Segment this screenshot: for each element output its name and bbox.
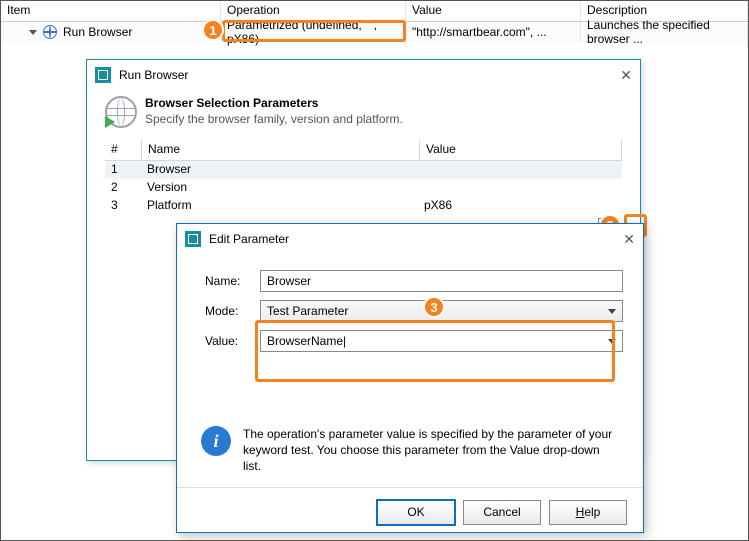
app-icon (185, 231, 201, 247)
edit-parameter-dialog: Edit Parameter ✕ Name: Browser Mode: Tes… (176, 223, 644, 533)
col-value[interactable]: Value (406, 1, 581, 21)
info-icon: i (201, 426, 231, 456)
expand-arrow-icon[interactable] (29, 30, 37, 35)
name-field[interactable]: Browser (260, 270, 623, 292)
dialog1-titlebar[interactable]: Run Browser ✕ (87, 60, 640, 90)
cancel-button[interactable]: Cancel (463, 500, 541, 525)
pt-col-value[interactable]: Value (420, 140, 622, 160)
col-item[interactable]: Item (1, 1, 221, 21)
dialog2-titlebar[interactable]: Edit Parameter ✕ (177, 224, 643, 254)
label-name: Name: (205, 274, 260, 288)
ok-button[interactable]: OK (377, 500, 455, 525)
close-icon[interactable]: ✕ (623, 231, 635, 248)
dialog1-heading: Browser Selection Parameters (145, 96, 318, 110)
dialog1-subheading: Specify the browser family, version and … (145, 112, 403, 126)
param-row[interactable]: 2 Version (105, 179, 622, 197)
chevron-down-icon (608, 309, 616, 314)
run-browser-icon (105, 96, 135, 126)
browser-icon (43, 25, 57, 39)
app-icon (95, 67, 111, 83)
row-operation[interactable]: Parametrized (undefined, "", pX86) (221, 16, 406, 48)
row-value[interactable]: "http://smartbear.com", ... (406, 23, 581, 41)
close-icon[interactable]: ✕ (620, 67, 632, 84)
mode-dropdown[interactable]: Test Parameter (260, 300, 623, 322)
row-item-label: Run Browser (63, 25, 132, 39)
pt-col-name[interactable]: Name (142, 140, 420, 160)
dialog2-title: Edit Parameter (209, 232, 289, 246)
param-row[interactable]: 3 Platform pX86 (105, 197, 622, 215)
param-table: # Name Value 1 Browser 2 Version 3 Platf… (105, 140, 622, 215)
param-row[interactable]: 1 Browser (105, 161, 622, 179)
dialog1-title: Run Browser (119, 68, 188, 82)
value-dropdown[interactable]: BrowserName| (260, 330, 623, 352)
help-button[interactable]: Help (549, 500, 627, 525)
label-value: Value: (205, 334, 260, 348)
info-text: The operation's parameter value is speci… (243, 426, 619, 475)
label-mode: Mode: (205, 304, 260, 318)
grid-row[interactable]: Run Browser Parametrized (undefined, "",… (1, 22, 748, 42)
pt-col-num[interactable]: # (105, 140, 142, 160)
row-description: Launches the specified browser ... (581, 16, 748, 48)
chevron-down-icon (608, 339, 616, 344)
